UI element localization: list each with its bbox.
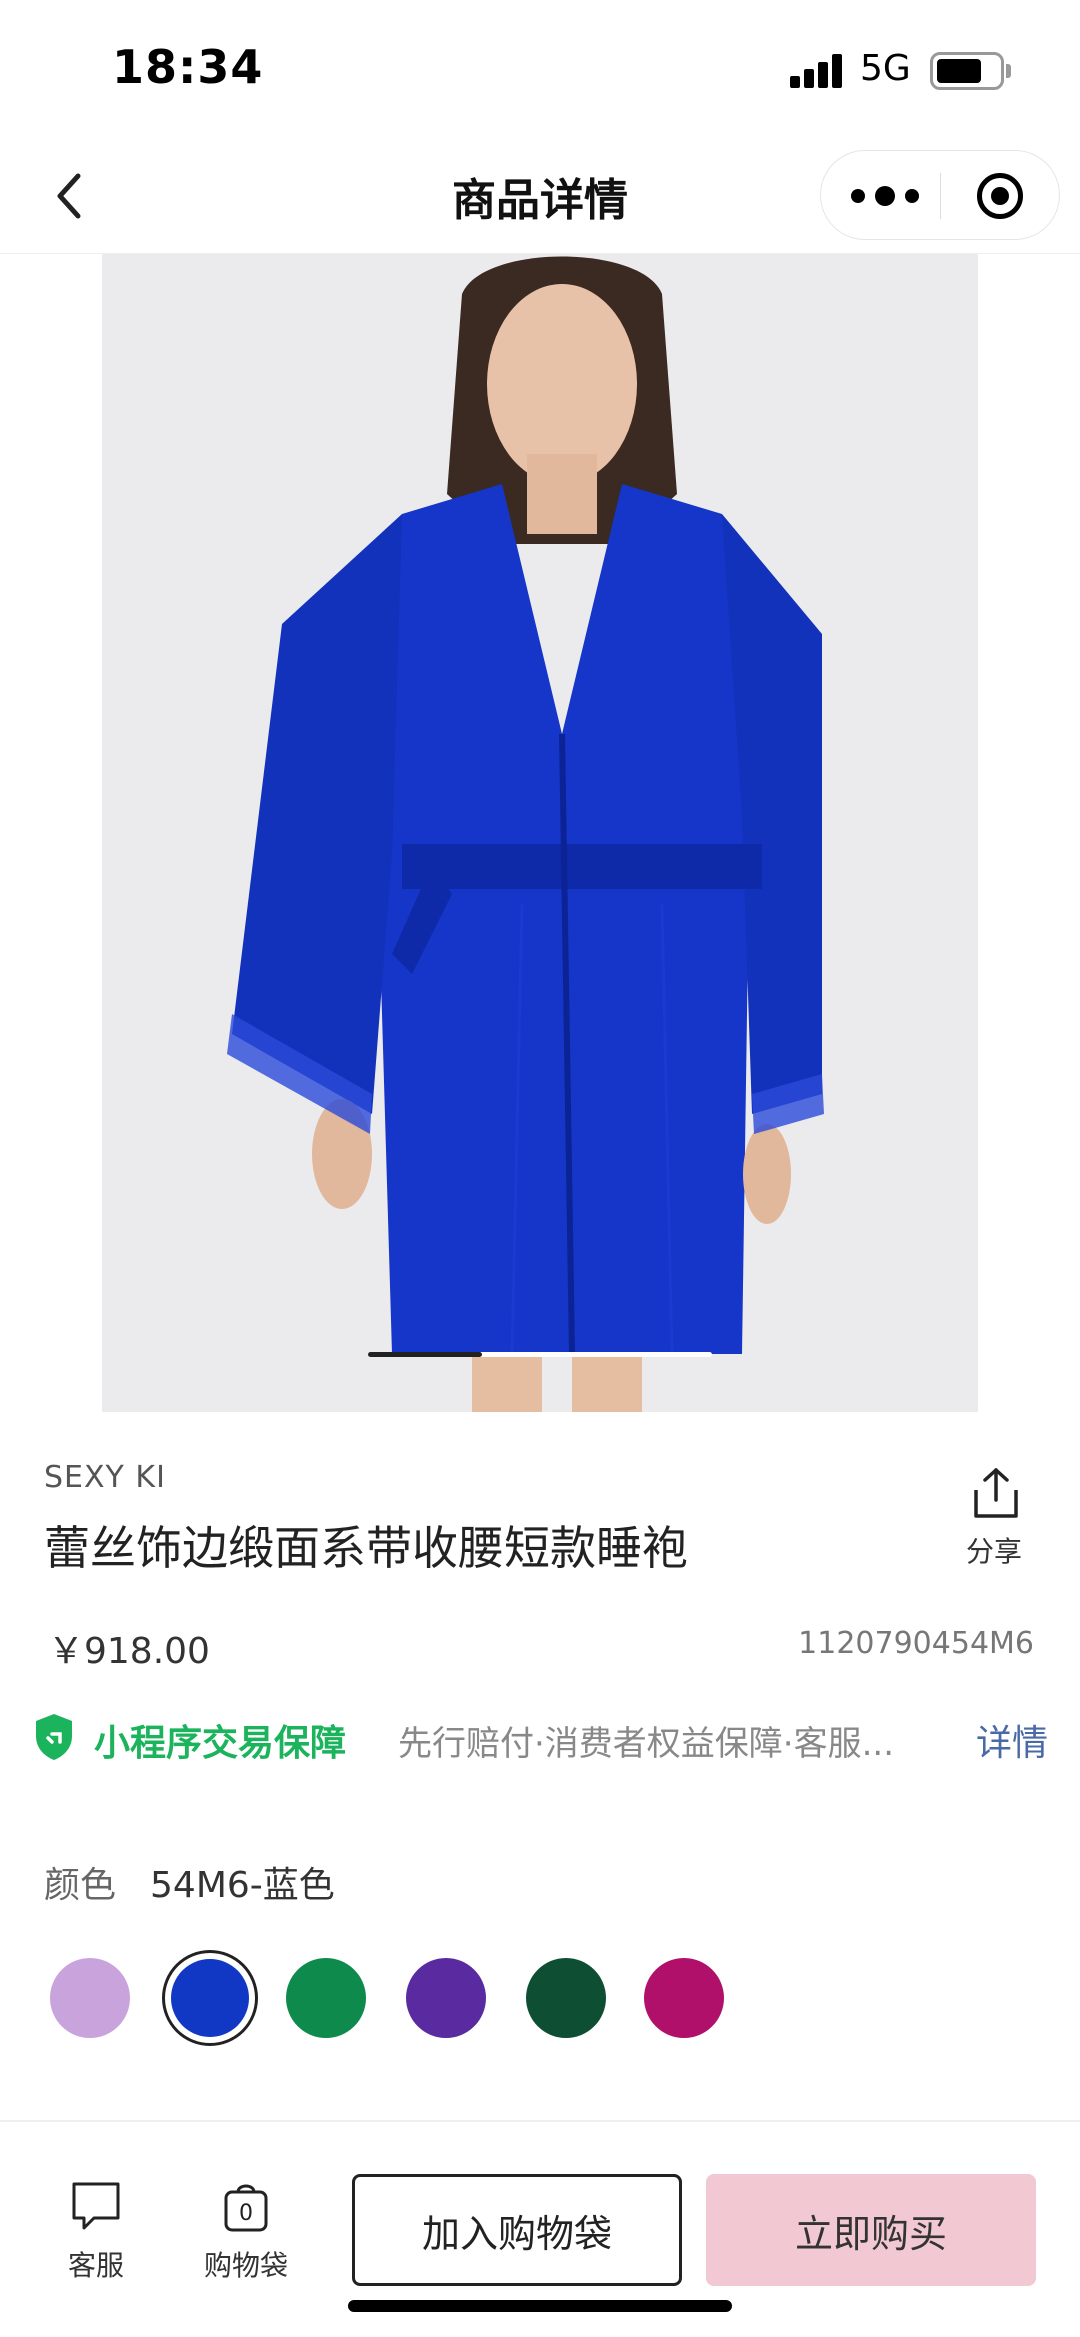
- color-selection-row: 颜色 54M6-蓝色: [44, 1856, 335, 1908]
- home-indicator: [348, 2300, 732, 2312]
- network-label: 5G: [860, 48, 911, 89]
- guarantee-details-link[interactable]: 详情: [976, 1714, 1048, 1766]
- product-title: 蕾丝饰边缎面系带收腰短款睡袍: [44, 1521, 688, 1575]
- customer-service-button[interactable]: 客服: [36, 2178, 156, 2284]
- share-label: 分享: [965, 1535, 1022, 1568]
- chat-icon: [72, 2182, 120, 2230]
- product-sku: 1120790454M6: [798, 1626, 1034, 1661]
- status-time: 18:34: [112, 40, 264, 94]
- battery-icon: [930, 52, 1004, 90]
- shopping-bag-button[interactable]: 0 购物袋: [186, 2178, 306, 2284]
- product-photo: [102, 254, 978, 1412]
- share-icon: [974, 1468, 1018, 1518]
- mini-program-capsule: [820, 150, 1060, 240]
- color-swatch-purple[interactable]: [406, 1958, 486, 2038]
- color-swatches: [44, 1950, 944, 2050]
- more-icon[interactable]: [851, 181, 931, 211]
- nav-bar: 商品详情: [0, 140, 1080, 254]
- guarantee-description: 先行赔付·消费者权益保障·客服...: [398, 1724, 895, 1764]
- selected-color-value: 54M6-蓝色: [150, 1865, 335, 1906]
- guarantee-name: 小程序交易保障: [94, 1723, 347, 1764]
- battery-cap: [1006, 64, 1011, 78]
- shopping-bag-count: 0: [239, 2201, 253, 2226]
- color-swatch-dark-green[interactable]: [526, 1958, 606, 2038]
- close-mini-program-icon[interactable]: [977, 173, 1023, 219]
- buy-now-button[interactable]: 立即购买: [706, 2174, 1036, 2286]
- add-to-cart-button[interactable]: 加入购物袋: [352, 2174, 682, 2286]
- share-button[interactable]: 分享: [954, 1466, 1034, 1576]
- customer-service-label: 客服: [67, 2249, 124, 2282]
- gallery-indicator-active: [368, 1352, 482, 1357]
- color-swatch-green[interactable]: [286, 1958, 366, 2038]
- product-detail-page: 18:34 5G 商品详情 SEXY KI 蕾丝饰边缎面系带收腰短款睡袍 分享 …: [0, 0, 1080, 2337]
- product-image[interactable]: [102, 254, 978, 1412]
- shield-icon: [36, 1714, 72, 1760]
- product-price: ￥918.00: [48, 1631, 210, 1672]
- trade-guarantee-bar[interactable]: 小程序交易保障 先行赔付·消费者权益保障·客服... 详情: [32, 1708, 1052, 1768]
- product-brand: SEXY KI: [44, 1460, 166, 1495]
- color-swatch-lavender[interactable]: [50, 1958, 130, 2038]
- shopping-bag-label: 购物袋: [203, 2249, 288, 2282]
- shopping-bag-icon: 0: [224, 2184, 268, 2232]
- gallery-indicator: [368, 1352, 712, 1357]
- color-label: 颜色: [44, 1865, 117, 1906]
- signal-icon: [790, 54, 844, 88]
- color-swatch-magenta[interactable]: [644, 1958, 724, 2038]
- status-bar: 18:34 5G: [0, 0, 1080, 140]
- color-swatch-blue[interactable]: [162, 1950, 258, 2046]
- capsule-divider: [940, 173, 941, 219]
